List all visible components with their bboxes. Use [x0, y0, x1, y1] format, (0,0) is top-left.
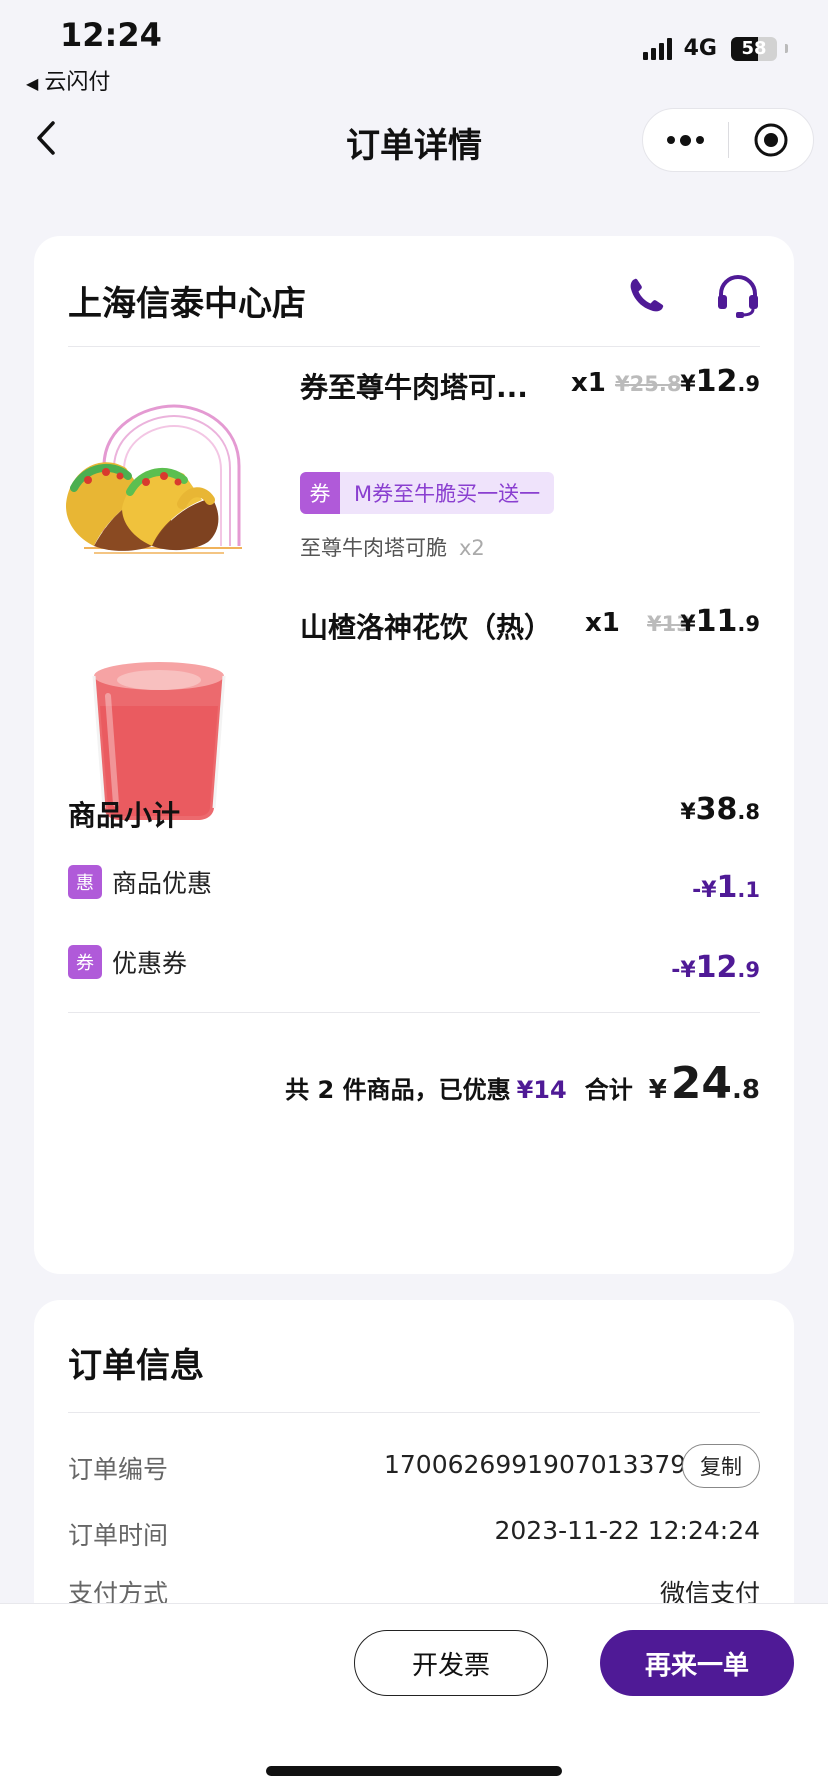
- back-triangle-icon: ◀: [26, 74, 39, 93]
- order-time-value: 2023-11-22 12:24:24: [494, 1516, 760, 1545]
- total-label: 合计: [584, 1076, 633, 1104]
- subitem-quantity: x2: [459, 536, 485, 560]
- item-subitem: 至尊牛肉塔可脆 x2: [300, 532, 485, 562]
- coupon-badge-icon: 券: [68, 945, 102, 979]
- total-amount-int: 24: [670, 1058, 733, 1109]
- item-name: 券至尊牛肉塔可...: [300, 371, 528, 404]
- status-time: 12:24: [60, 16, 162, 54]
- phone-icon: [630, 278, 664, 312]
- more-button[interactable]: [643, 108, 728, 172]
- close-miniprogram-button[interactable]: [729, 108, 814, 172]
- signal-icon: [642, 37, 672, 60]
- bottom-action-bar: 开发票 再来一单: [0, 1603, 828, 1792]
- order-total-line: 共 2 件商品，已优惠 ¥14 合计 ¥ 24 .8: [285, 1058, 760, 1109]
- coupon-amount: -¥12.9: [671, 950, 760, 985]
- order-number-label: 订单编号: [68, 1455, 169, 1484]
- status-bar: 12:24 ◀ 云闪付 4G 58: [0, 0, 828, 100]
- coupon-label: 优惠券: [112, 949, 188, 978]
- target-close-icon: [754, 123, 788, 157]
- copy-button[interactable]: 复制: [682, 1444, 760, 1488]
- order-info-title: 订单信息: [68, 1346, 204, 1386]
- back-to-app-link[interactable]: ◀ 云闪付: [26, 64, 110, 96]
- product-discount-row: 惠 商品优惠: [68, 864, 212, 900]
- item-price: ¥12.9: [680, 364, 760, 399]
- mini-program-capsule: [642, 108, 814, 172]
- saved-amount: ¥14: [516, 1076, 567, 1104]
- product-discount-amount: -¥1.1: [692, 870, 760, 905]
- store-divider: [68, 346, 760, 347]
- product-discount-label: 商品优惠: [112, 869, 213, 898]
- coupon-tag-text: M券至牛脆买一送一: [340, 472, 555, 514]
- total-currency: ¥: [648, 1075, 667, 1105]
- item-quantity: x1: [571, 368, 606, 398]
- more-dots-icon: [666, 134, 704, 146]
- battery-icon: 58: [731, 36, 777, 61]
- item-price: ¥11.9: [680, 604, 760, 639]
- coupon-row: 券 优惠券: [68, 944, 187, 980]
- network-type: 4G: [683, 36, 717, 61]
- taco-product-image: [64, 396, 254, 586]
- battery-tip: [785, 44, 788, 53]
- home-indicator[interactable]: [266, 1766, 562, 1776]
- battery-level: 58: [741, 37, 767, 59]
- store-name: 上海信泰中心店: [68, 284, 306, 324]
- discount-badge-icon: 惠: [68, 865, 102, 899]
- order-number-value: 1700626991907013379: [384, 1450, 687, 1479]
- subitem-name: 至尊牛肉塔可脆: [300, 536, 447, 560]
- coupon-tag-icon: 券: [300, 472, 340, 514]
- item-quantity: x1: [585, 608, 620, 638]
- customer-service-button[interactable]: [714, 272, 762, 320]
- total-amount-dec: .8: [732, 1075, 760, 1105]
- back-app-label: 云闪付: [44, 70, 111, 95]
- subtotal-label: 商品小计: [68, 799, 181, 832]
- order-info-divider: [68, 1412, 760, 1413]
- headset-icon: [718, 274, 758, 318]
- summary-divider: [68, 1012, 760, 1013]
- item-name: 山楂洛神花饮（热）: [300, 611, 553, 644]
- phone-button[interactable]: [624, 274, 668, 318]
- subtotal-amount: ¥38.8: [680, 792, 760, 827]
- invoice-button[interactable]: 开发票: [354, 1630, 548, 1696]
- item-original-price: ¥25.8: [615, 372, 682, 396]
- order-card: 上海信泰中心店 券至尊牛肉塔可... x1 ¥25.8 ¥12.9 券 M券至牛…: [34, 236, 794, 1274]
- coupon-tag: 券 M券至牛脆买一送一: [300, 472, 555, 514]
- order-time-label: 订单时间: [68, 1521, 169, 1550]
- reorder-button[interactable]: 再来一单: [600, 1630, 794, 1696]
- item-count-text: 共 2 件商品，已优惠: [285, 1076, 511, 1104]
- nav-bar: 订单详情: [0, 100, 828, 180]
- status-indicators: 4G 58: [642, 36, 788, 61]
